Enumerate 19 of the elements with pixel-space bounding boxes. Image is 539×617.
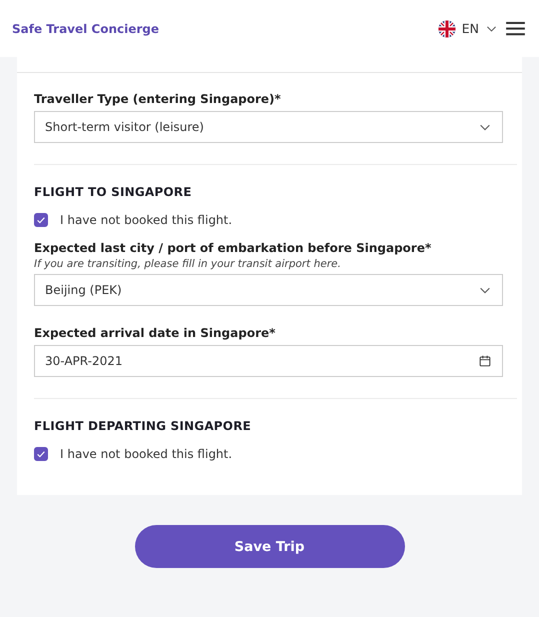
date-field[interactable]: 30-APR-2021 [34,345,503,377]
calendar-icon [478,354,492,368]
brand-title[interactable]: Safe Travel Concierge [12,22,160,36]
field-label: Expected arrival date in Singapore* [34,326,276,340]
section-heading: FLIGHT DEPARTING SINGAPORE [34,419,252,433]
checkbox-label[interactable]: I have not booked this flight. [60,213,232,227]
field-hint: If you are transiting, please fill in your transit airport here. [34,258,342,270]
section-heading: FLIGHT TO SINGAPORE [34,185,193,199]
field-label: Traveller Type (entering Singapore)* [34,92,282,106]
flag-icon [438,20,456,38]
checkbox[interactable] [34,213,48,227]
save-trip-button[interactable]: Save Trip [134,525,404,568]
menu-icon[interactable] [506,21,525,36]
dropdown-field[interactable]: Short-term visitor (leisure) [34,111,503,143]
field-label: Expected last city / port of embarkation before Singapore* [34,241,432,255]
dropdown-field[interactable]: Beijing (PEK) [34,274,503,306]
checkbox-label[interactable]: I have not booked this flight. [60,447,232,461]
language-selector[interactable]: EN [438,20,498,38]
checkbox[interactable] [34,447,48,461]
